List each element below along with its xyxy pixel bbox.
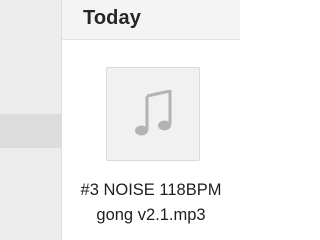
file-name-line-2: gong v2.1.mp3	[96, 206, 206, 224]
music-note-icon	[135, 90, 172, 136]
file-browser: Today #3 NOISE 118BPM gong v2.1.mp3	[62, 0, 240, 240]
section-title: Today	[83, 7, 141, 29]
sidebar	[0, 0, 62, 240]
sidebar-item-selected[interactable]	[0, 114, 62, 148]
section-header: Today	[62, 0, 240, 40]
file-name[interactable]: #3 NOISE 118BPM gong v2.1.mp3	[62, 178, 240, 228]
file-thumbnail[interactable]	[106, 67, 200, 161]
file-name-line-1: #3 NOISE 118BPM	[80, 181, 222, 199]
finder-window: Today #3 NOISE 118BPM gong v2.1.mp3	[0, 0, 240, 240]
file-item[interactable]: #3 NOISE 118BPM gong v2.1.mp3	[62, 54, 240, 234]
